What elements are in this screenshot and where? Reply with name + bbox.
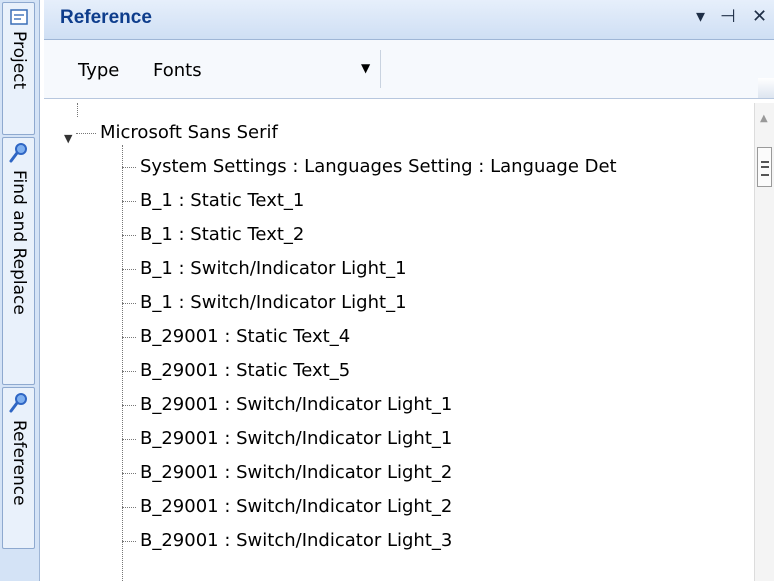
tree-node[interactable]: B_29001 : Switch/Indicator Light_1 [140,388,452,422]
type-dropdown[interactable]: Fonts ▼ [141,50,381,88]
panel-title: Reference [60,7,152,28]
reference-toolbar: Type Fonts ▼ [44,40,774,99]
tree-node[interactable]: B_1 : Static Text_1 [140,184,304,218]
tree-line [122,167,136,168]
scroll-up-icon[interactable]: ▲ [760,113,768,124]
tree-node[interactable]: B_29001 : Switch/Indicator Light_2 [140,456,452,490]
tree-line [77,103,78,117]
tree-line [122,473,136,474]
chevron-down-icon[interactable]: ▼ [361,61,370,75]
tree-line [122,541,136,542]
tree-line [122,337,136,338]
tree-node[interactable]: B_29001 : Switch/Indicator Light_1 [140,422,452,456]
project-icon [9,7,29,31]
window-position-button[interactable]: ▾ [696,6,705,27]
tree-line [122,145,123,581]
vertical-scrollbar[interactable]: ▲ [754,103,774,581]
tab-find-and-replace-label: Find and Replace [9,170,29,315]
tab-project-label: Project [9,31,29,90]
tree-node[interactable]: B_1 : Switch/Indicator Light_1 [140,286,407,320]
toolbar-overflow-grip[interactable] [758,78,774,98]
tab-project[interactable]: Project [2,2,35,135]
tab-reference[interactable]: Reference [2,387,35,549]
collapse-icon[interactable]: ▼ [64,132,72,145]
tree-node[interactable]: B_29001 : Switch/Indicator Light_2 [140,490,452,524]
tree-line [122,303,136,304]
tree-line [122,439,136,440]
tree-line [122,507,136,508]
tree-node-root[interactable]: Microsoft Sans Serif [100,116,278,150]
tree-node[interactable]: B_1 : Switch/Indicator Light_1 [140,252,407,286]
tree-line [122,371,136,372]
tab-reference-label: Reference [9,420,29,506]
tab-find-and-replace[interactable]: Find and Replace [2,137,35,385]
reference-tree: ▼ Microsoft Sans Serif System Settings :… [60,103,754,581]
grip-icon [761,161,769,176]
scrollbar-thumb[interactable] [757,147,772,187]
tree-line [122,269,136,270]
tree-line [122,235,136,236]
type-dropdown-value: Fonts [153,60,202,81]
tree-line [122,405,136,406]
type-label: Type [78,60,120,81]
side-dock: Project Find and Replace Reference [0,0,40,581]
magnifier-icon [9,392,29,418]
tree-node[interactable]: System Settings : Languages Setting : La… [140,150,617,184]
tree-line [76,133,96,134]
tree-node[interactable]: B_29001 : Switch/Indicator Light_3 [140,524,452,558]
pin-icon[interactable]: ⊣ [720,6,736,27]
close-icon[interactable]: ✕ [752,6,767,27]
tree-line [122,201,136,202]
tree-node[interactable]: B_1 : Static Text_2 [140,218,304,252]
panel-header: Reference ▾ ⊣ ✕ [44,0,774,40]
magnifier-icon [9,142,29,168]
tree-node[interactable]: B_29001 : Static Text_5 [140,354,350,388]
tree-node[interactable]: B_29001 : Static Text_4 [140,320,350,354]
